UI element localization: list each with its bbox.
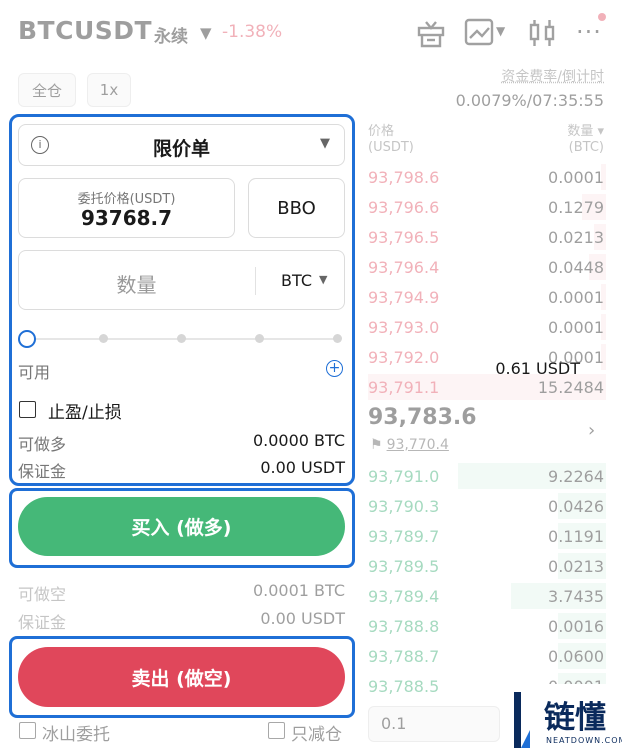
last-price[interactable]: 93,783.6: [368, 405, 477, 430]
bid-row[interactable]: 93,788.7 0.0600: [368, 641, 606, 671]
bid-price[interactable]: 93,788.7: [368, 647, 439, 666]
bid-row[interactable]: 93,789.5 0.0213: [368, 551, 606, 581]
iceberg-checkbox[interactable]: [19, 722, 36, 739]
slider-node-100[interactable]: [333, 334, 342, 343]
bid-price[interactable]: 93,788.8: [368, 617, 439, 636]
bid-qty[interactable]: 3.7435: [548, 587, 604, 606]
flag-icon: ⚑: [370, 437, 383, 453]
ask-price[interactable]: 93,792.0: [368, 348, 439, 367]
short-info: 可做空 0.0001 BTC 保证金 0.00 USDT: [0, 570, 360, 632]
ask-price[interactable]: 93,796.5: [368, 228, 439, 247]
ask-qty[interactable]: 0.0213: [548, 228, 604, 247]
reduce-only-checkbox[interactable]: [268, 722, 285, 739]
price-input-value[interactable]: 93768.7: [19, 206, 234, 230]
orderbook-qty-header[interactable]: 数量 ▾ (BTC): [567, 124, 604, 156]
max-long-value: 0.0000 BTC: [252, 431, 345, 450]
buy-long-button[interactable]: 买入 (做多): [18, 497, 345, 556]
ask-qty[interactable]: 0.0448: [548, 258, 604, 277]
depth-step-value: 0.1: [381, 714, 407, 733]
unit-chevron-down-icon: ▼: [319, 273, 328, 286]
qty-header-unit: (BTC): [568, 140, 604, 155]
ask-qty[interactable]: 0.0001: [548, 288, 604, 307]
watermark-subtext: NEATDOWN.COM: [546, 736, 622, 745]
max-long-label: 可做多: [18, 435, 67, 454]
price-header-unit: (USDT): [368, 140, 414, 155]
ask-row[interactable]: 93,796.6 0.1279: [368, 192, 606, 222]
bid-row[interactable]: 93,788.8 0.0016: [368, 611, 606, 641]
price-input-label: 委托价格(USDT): [77, 192, 176, 207]
ask-price[interactable]: 93,796.4: [368, 258, 439, 277]
bid-qty[interactable]: 9.2264: [548, 467, 604, 486]
bid-row[interactable]: 93,791.0 9.2264: [368, 461, 606, 491]
slider-node-75[interactable]: [255, 334, 264, 343]
bid-price[interactable]: 93,789.4: [368, 587, 439, 606]
add-funds-icon[interactable]: +: [326, 360, 343, 377]
tpsl-label[interactable]: 止盈/止损: [48, 398, 122, 423]
slider-node-50[interactable]: [177, 334, 186, 343]
bid-price[interactable]: 93,788.5: [368, 677, 439, 696]
qty-header-label[interactable]: 数量 ▾: [567, 124, 604, 140]
bid-price[interactable]: 93,790.3: [368, 497, 439, 516]
watermark-text: 链懂: [544, 700, 606, 736]
ask-row[interactable]: 93,794.9 0.0001: [368, 282, 606, 312]
quantity-unit-select[interactable]: BTC: [281, 271, 312, 290]
order-type-select[interactable]: i 限价单 ▼: [18, 124, 345, 166]
available-value: 0.61 USDT: [495, 359, 580, 378]
order-type-label: 限价单: [152, 138, 210, 160]
quantity-divider: [255, 267, 256, 295]
orderbook-price-header: 价格 (USDT): [368, 124, 414, 156]
long-margin-label: 保证金: [18, 462, 67, 481]
slider-node-25[interactable]: [99, 334, 108, 343]
ask-qty[interactable]: 15.2484: [538, 378, 604, 397]
bid-qty[interactable]: 0.0426: [548, 497, 604, 516]
quantity-input[interactable]: 数量 BTC ▼: [18, 250, 345, 310]
bid-qty[interactable]: 0.1191: [548, 527, 604, 546]
bid-qty[interactable]: 0.0213: [548, 557, 604, 576]
ask-price[interactable]: 93,796.6: [368, 198, 439, 217]
bbo-button[interactable]: BBO: [248, 178, 345, 238]
ask-price[interactable]: 93,791.1: [368, 378, 439, 397]
amount-slider-thumb[interactable]: [18, 330, 36, 348]
long-margin-value: 0.00 USDT: [260, 458, 345, 477]
bid-qty[interactable]: 0.0016: [548, 617, 604, 636]
bid-row[interactable]: 93,789.7 0.1191: [368, 521, 606, 551]
chevron-right-icon[interactable]: ›: [588, 420, 595, 441]
max-short-value: 0.0001 BTC: [252, 581, 345, 600]
bid-price[interactable]: 93,791.0: [368, 467, 439, 486]
chevron-down-icon: ▼: [320, 136, 330, 151]
quantity-placeholder[interactable]: 数量: [19, 269, 254, 298]
tpsl-checkbox[interactable]: [19, 401, 36, 418]
ask-qty[interactable]: 0.0001: [548, 168, 604, 187]
ask-qty[interactable]: 0.1279: [548, 198, 604, 217]
ask-row[interactable]: 93,796.5 0.0213: [368, 222, 606, 252]
bid-row[interactable]: 93,789.4 3.7435: [368, 581, 606, 611]
reduce-only-label[interactable]: 只减仓: [291, 720, 342, 745]
price-input[interactable]: 委托价格(USDT) 93768.7: [18, 178, 235, 238]
price-header-label: 价格: [368, 124, 395, 139]
short-margin-label: 保证金: [18, 613, 67, 632]
bid-price[interactable]: 93,789.5: [368, 557, 439, 576]
ask-row[interactable]: 93,793.0 0.0001: [368, 312, 606, 342]
max-short-label: 可做空: [18, 585, 67, 604]
bid-row[interactable]: 93,790.3 0.0426: [368, 491, 606, 521]
ask-qty[interactable]: 0.0001: [548, 318, 604, 337]
ask-price[interactable]: 93,798.6: [368, 168, 439, 187]
bid-qty[interactable]: 0.0600: [548, 647, 604, 666]
watermark-logo-icon: [514, 692, 530, 748]
bid-price[interactable]: 93,789.7: [368, 527, 439, 546]
mark-price[interactable]: ⚑ 93,770.4: [370, 437, 449, 453]
depth-step-select[interactable]: 0.1: [368, 706, 500, 742]
mark-price-value: 93,770.4: [386, 437, 449, 453]
ask-price[interactable]: 93,793.0: [368, 318, 439, 337]
iceberg-label[interactable]: 冰山委托: [42, 720, 110, 745]
short-margin-value: 0.00 USDT: [260, 609, 345, 628]
sell-short-button[interactable]: 卖出 (做空): [18, 647, 345, 707]
ask-row[interactable]: 93,796.4 0.0448: [368, 252, 606, 282]
bottom-options: 冰山委托 只减仓: [0, 715, 360, 754]
available-label: 可用: [18, 363, 51, 382]
ask-row[interactable]: 93,798.6 0.0001: [368, 162, 606, 192]
ask-price[interactable]: 93,794.9: [368, 288, 439, 307]
